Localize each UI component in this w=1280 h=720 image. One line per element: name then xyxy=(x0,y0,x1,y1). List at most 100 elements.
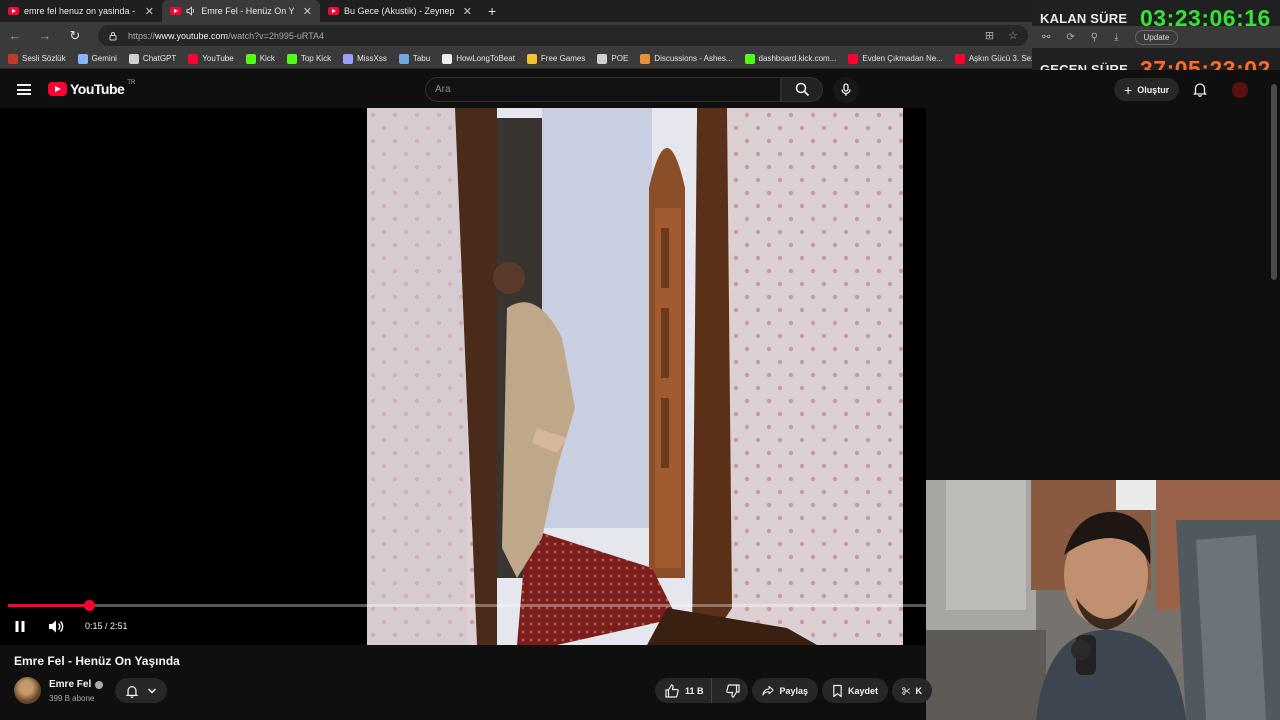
bookmark-icon xyxy=(833,684,842,697)
video-player[interactable]: 0:15 / 2:51 xyxy=(0,108,926,645)
back-icon[interactable]: ← xyxy=(0,28,30,43)
bookmark-item[interactable]: HowLongToBeat xyxy=(442,53,515,64)
create-button[interactable]: + Oluştur xyxy=(1114,78,1180,101)
bookmark-label: POE xyxy=(611,54,629,63)
kick-icon xyxy=(286,53,297,64)
bookmark-label: Evden Çıkmadan Ne... xyxy=(862,54,943,63)
tab-title: Bu Gece (Akustik) - Zeynep Bastık xyxy=(344,6,454,16)
tag-icon xyxy=(526,53,537,64)
subscriber-count: 399 B abone xyxy=(49,694,95,703)
create-label: Oluştur xyxy=(1137,84,1170,95)
save-label: Kaydet xyxy=(847,685,878,696)
bookmark-item[interactable]: YouTube xyxy=(188,53,234,64)
browser-tab[interactable]: emre fel henuz on yasinda - YouTube ✕ xyxy=(0,0,162,22)
update-button[interactable]: Update xyxy=(1134,29,1179,45)
region-code: TR xyxy=(127,80,136,86)
apps-icon[interactable]: ⊞ xyxy=(985,29,994,42)
progress-played xyxy=(8,604,89,607)
thumbs-up-icon xyxy=(665,683,679,698)
youtube-play-icon xyxy=(48,82,67,96)
dislike-button[interactable] xyxy=(717,678,748,703)
like-button[interactable]: 11 B xyxy=(655,678,713,703)
progress-bar[interactable] xyxy=(8,600,926,611)
pause-button[interactable] xyxy=(14,620,26,633)
reload-icon[interactable]: ↻ xyxy=(60,28,90,44)
bookmark-item[interactable]: dashboard.kick.com... xyxy=(744,53,837,64)
forward-icon[interactable]: → xyxy=(30,28,60,43)
address-bar[interactable]: https://www.youtube.com/watch?v=2h995-uR… xyxy=(98,25,1028,46)
bookmark-label: MissXss xyxy=(357,54,387,63)
clip-label: K xyxy=(915,685,923,696)
tab-title: Emre Fel - Henüz On Yaşında xyxy=(201,6,294,16)
tabu-icon xyxy=(398,53,409,64)
new-tab-button[interactable]: + xyxy=(480,3,504,19)
close-icon[interactable]: ✕ xyxy=(463,5,472,18)
site-info-icon[interactable] xyxy=(108,31,118,41)
voice-search-button[interactable] xyxy=(833,77,859,103)
bookmark-item[interactable]: POE xyxy=(597,53,629,64)
video-title: Emre Fel - Henüz On Yaşında xyxy=(14,654,180,668)
extensions-icon[interactable]: ⚯ xyxy=(1042,32,1050,43)
close-icon[interactable]: ✕ xyxy=(303,5,312,18)
download-icon[interactable]: ⤓ xyxy=(1114,32,1118,43)
logo-text: YouTube xyxy=(70,81,125,97)
mute-button[interactable] xyxy=(48,619,65,634)
bookmark-item[interactable]: Sesli Sözlük xyxy=(8,53,66,64)
player-controls: 0:15 / 2:51 xyxy=(0,612,926,642)
bookmark-label: dashboard.kick.com... xyxy=(758,54,837,63)
missxss-icon xyxy=(343,53,354,64)
browser-tab[interactable]: Bu Gece (Akustik) - Zeynep Bastık ✕ xyxy=(320,0,480,22)
bookmark-item[interactable]: Kick xyxy=(245,53,275,64)
scrubber-handle[interactable] xyxy=(83,600,95,611)
menu-icon[interactable] xyxy=(17,84,31,95)
youtube-logo[interactable]: YouTube TR xyxy=(48,80,136,97)
speaker-icon[interactable] xyxy=(186,6,196,16)
subscription-notifications-button[interactable] xyxy=(115,678,167,703)
bookmark-item[interactable]: MissXss xyxy=(343,53,387,64)
bookmark-item[interactable]: Gemini xyxy=(77,53,117,64)
bookmark-label: Kick xyxy=(259,54,275,63)
channel-avatar[interactable] xyxy=(14,677,41,704)
channel-name: Emre Fel xyxy=(49,679,92,690)
share-icon xyxy=(762,685,774,696)
bookmark-label: ChatGPT xyxy=(142,54,177,63)
bookmark-label: Free Games xyxy=(540,54,586,63)
save-button[interactable]: Kaydet xyxy=(822,678,888,703)
kick-icon xyxy=(744,53,755,64)
search-button[interactable] xyxy=(781,77,823,102)
share-button[interactable]: Paylaş xyxy=(752,678,818,703)
channel-name-link[interactable]: Emre Fel xyxy=(49,679,104,690)
bookmark-item[interactable]: Free Games xyxy=(526,53,586,64)
search-input[interactable]: Ara xyxy=(425,77,781,102)
bookmark-label: YouTube xyxy=(202,54,234,63)
microphone-icon xyxy=(841,83,851,96)
bookmark-label: Sesli Sözlük xyxy=(22,54,66,63)
url-host: www.youtube.com xyxy=(155,30,229,41)
bookmark-item[interactable]: Tabu xyxy=(398,53,430,64)
webcam-feed xyxy=(926,480,1280,720)
youtube-icon xyxy=(328,7,339,15)
notifications-bell-icon[interactable] xyxy=(1192,81,1208,97)
close-icon[interactable]: ✕ xyxy=(145,5,154,18)
time-display: 0:15 / 2:51 xyxy=(85,621,128,631)
browser-tab-active[interactable]: Emre Fel - Henüz On Yaşında ✕ xyxy=(162,0,320,22)
clip-button[interactable]: K xyxy=(892,678,932,703)
bookmark-item[interactable]: Discussions - Ashes... xyxy=(640,53,733,64)
bookmark-item[interactable]: Evden Çıkmadan Ne... xyxy=(848,53,943,64)
star-icon[interactable]: ☆ xyxy=(1008,29,1018,42)
puzzle-icon[interactable]: ⚲ xyxy=(1091,32,1098,43)
page-scrollbar[interactable] xyxy=(1271,84,1277,280)
account-avatar[interactable] xyxy=(1232,82,1248,98)
gemini-icon xyxy=(77,53,88,64)
video-frame[interactable] xyxy=(367,108,903,645)
webcam-overlay xyxy=(926,480,1280,720)
bookmark-label: HowLongToBeat xyxy=(456,54,515,63)
bookmark-item[interactable]: ChatGPT xyxy=(128,53,177,64)
pause-icon xyxy=(15,621,25,632)
bookmark-item[interactable]: Top Kick xyxy=(286,53,332,64)
bookmark-label: Top Kick xyxy=(300,54,332,63)
like-count: 11 B xyxy=(685,685,704,696)
plus-icon: + xyxy=(1124,81,1133,98)
sync-icon[interactable]: ⟳ xyxy=(1066,32,1074,43)
tab-title: emre fel henuz on yasinda - YouTube xyxy=(24,6,136,16)
